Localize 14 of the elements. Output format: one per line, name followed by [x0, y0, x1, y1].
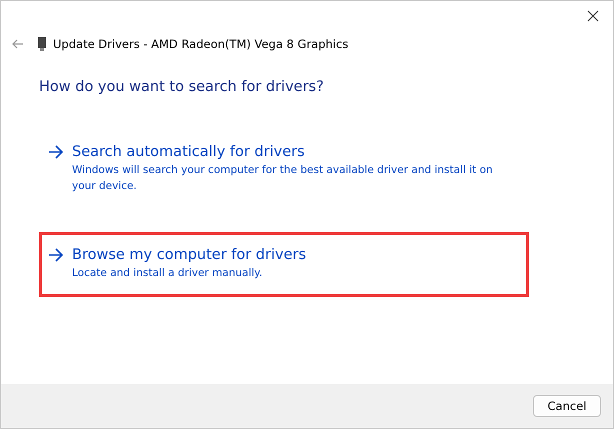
option-title[interactable]: Browse my computer for drivers — [72, 246, 306, 264]
cancel-button[interactable]: Cancel — [533, 395, 601, 417]
arrow-icon — [48, 248, 64, 262]
option-title[interactable]: Search automatically for drivers — [72, 143, 516, 161]
device-icon — [37, 37, 47, 51]
option-description: Locate and install a driver manually. — [72, 266, 264, 281]
window-title: Update Drivers - AMD Radeon(TM) Vega 8 Graphics — [53, 37, 348, 51]
dialog-heading: How do you want to search for drivers? — [39, 79, 325, 95]
arrow-icon — [48, 145, 64, 159]
highlighted-option[interactable]: Browse my computer for drivers Locate and install a driver manually. — [39, 232, 529, 297]
search-option[interactable]: Search automatically for drivers Windows will search your computer for the best available driver and install it on your device. — [39, 129, 529, 210]
close-icon — [587, 10, 599, 22]
option-description: Windows will search your computer for the best available driver and install it on your device. — [72, 163, 494, 194]
back-arrow-icon — [12, 39, 24, 49]
